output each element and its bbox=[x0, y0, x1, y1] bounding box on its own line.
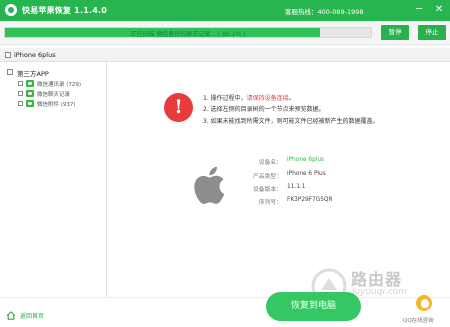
footer-bar bbox=[0, 297, 450, 327]
close-button[interactable]: ✕ bbox=[432, 3, 446, 17]
tree-item-checkbox[interactable] bbox=[18, 91, 23, 96]
notice-line-1-suffix: 。 bbox=[288, 95, 295, 102]
stop-button[interactable]: 停止 bbox=[418, 25, 446, 40]
tree-item-checkbox[interactable] bbox=[18, 101, 23, 106]
recover-to-computer-button[interactable]: 恢复到电脑 bbox=[266, 292, 361, 321]
device-checkbox[interactable] bbox=[5, 52, 11, 58]
notice-line-2: 2. 选择左侧的目录树的一个节点来预览数据。 bbox=[203, 106, 325, 113]
watermark-subtitle: luyouqi.com bbox=[352, 287, 408, 297]
tree-root-label: 第三方APP bbox=[17, 70, 49, 78]
notice-warning-text: 请保持设备连接 bbox=[246, 95, 289, 102]
apple-logo-icon bbox=[194, 166, 225, 204]
title-bar: 快易苹果恢复 1.1.4.0 客服热线：400-089-1998 ─ ✕ bbox=[0, 0, 450, 21]
notice-line-3: 3. 如果未能找到所需文件，则可能文件已经被新产生的数据覆盖。 bbox=[203, 118, 379, 125]
app-logo-icon bbox=[5, 4, 17, 16]
device-header: iPhone 6plus bbox=[0, 48, 450, 62]
home-icon[interactable] bbox=[6, 311, 16, 320]
tree-item-wechat-attachments[interactable]: 微信附件 (937) bbox=[18, 100, 104, 109]
tree-item-checkbox[interactable] bbox=[18, 81, 23, 86]
qq-online-link[interactable]: QQ在线咨询 bbox=[403, 316, 434, 324]
tree-item-label: 微信通讯录 (729) bbox=[37, 82, 82, 88]
notice-line-1-prefix: 1. 操作过程中， bbox=[203, 95, 247, 102]
wechat-icon bbox=[26, 100, 34, 107]
device-info-label: 设备版本： bbox=[253, 187, 282, 193]
minimize-button[interactable]: ─ bbox=[412, 3, 426, 17]
tree-item-label: 微信附件 (937) bbox=[37, 102, 76, 108]
tree-item-wechat-contacts[interactable]: 微信通讯录 (729) bbox=[18, 80, 104, 89]
device-info-label: 序列号： bbox=[258, 200, 282, 206]
device-info-value: iPhone 6plus bbox=[287, 157, 325, 163]
device-info-value: iPhone 6 Plus bbox=[287, 171, 326, 177]
device-info-label: 产品类型： bbox=[253, 174, 282, 180]
pause-button[interactable]: 暂停 bbox=[381, 25, 409, 40]
exclamation-icon: ! bbox=[164, 93, 193, 122]
app-title: 快易苹果恢复 1.1.4.0 bbox=[22, 6, 107, 15]
qq-avatar-icon[interactable] bbox=[415, 294, 433, 312]
tree-item-wechat-chats[interactable]: 微信聊天记录 bbox=[18, 90, 104, 99]
wechat-icon bbox=[26, 90, 34, 97]
category-tree: 第三方APP 微信通讯录 (729) 微信聊天记录 微信附件 (937) bbox=[0, 62, 107, 297]
device-info-label: 设备名： bbox=[258, 160, 282, 166]
wechat-icon bbox=[26, 80, 34, 87]
device-name: iPhone 6plus bbox=[14, 51, 56, 59]
scan-progress-text: 正在扫描 微信备份的聊天记录... ( 86.1% ) bbox=[130, 31, 246, 38]
tree-root-checkbox[interactable] bbox=[7, 69, 13, 75]
tree-item-label: 微信聊天记录 bbox=[37, 92, 71, 98]
back-home-link[interactable]: 返回首页 bbox=[20, 311, 44, 320]
device-info-value: 11.1.1 bbox=[287, 184, 306, 190]
notice-line-1: 1. 操作过程中，请保持设备连接。 bbox=[203, 93, 295, 102]
scan-progress-row: 正在扫描 微信备份的聊天记录... ( 86.1% ) 暂停 停止 bbox=[0, 21, 450, 45]
device-info-value: FK3P29F7G5QR bbox=[287, 197, 333, 203]
hotline-text: 客服热线：400-089-1998 bbox=[285, 8, 364, 16]
scan-progress-bar: 正在扫描 微信备份的聊天记录... ( 86.1% ) bbox=[4, 27, 372, 38]
